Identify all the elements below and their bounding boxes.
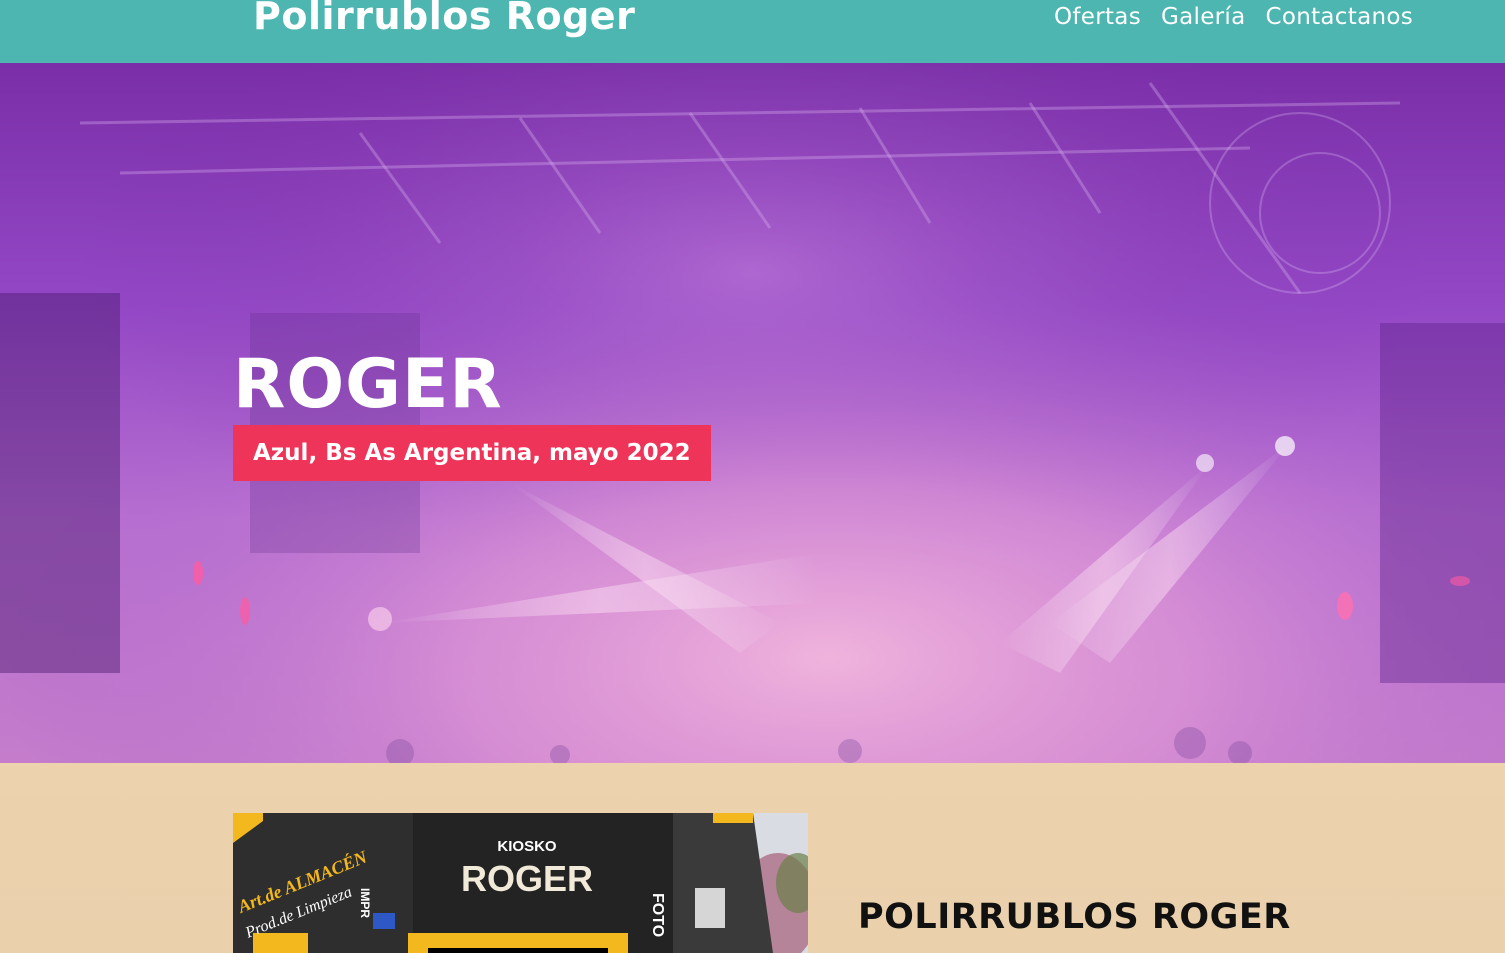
section-title: POLIRRUBLOS ROGER <box>858 897 1291 937</box>
hero-title: ROGER <box>233 345 503 424</box>
site-brand[interactable]: Polirrublos Roger <box>253 0 635 38</box>
store-sign-kiosko: KIOSKO <box>497 838 557 855</box>
about-section: KIOSKO ROGER Art.de ALMACÉN Prod.de Limp… <box>0 763 1505 953</box>
main-nav: Ofertas Galería Contactanos <box>1054 4 1413 30</box>
nav-link-ofertas[interactable]: Ofertas <box>1054 4 1141 30</box>
store-sign-foto: FOTO <box>649 893 666 937</box>
store-photo: KIOSKO ROGER Art.de ALMACÉN Prod.de Limp… <box>233 813 808 953</box>
nav-link-contactanos[interactable]: Contactanos <box>1265 4 1413 30</box>
hero-banner: ROGER Azul, Bs As Argentina, mayo 2022 <box>0 63 1505 763</box>
store-facade-image: KIOSKO ROGER Art.de ALMACÉN Prod.de Limp… <box>233 813 808 953</box>
site-header: Polirrublos Roger Ofertas Galería Contac… <box>0 0 1505 63</box>
hero-location-date-badge: Azul, Bs As Argentina, mayo 2022 <box>233 425 711 481</box>
nav-link-galeria[interactable]: Galería <box>1161 4 1246 30</box>
concert-background-image <box>0 63 1505 763</box>
store-sign-roger: ROGER <box>461 858 593 899</box>
store-sign-impr: IMPR <box>358 888 372 918</box>
